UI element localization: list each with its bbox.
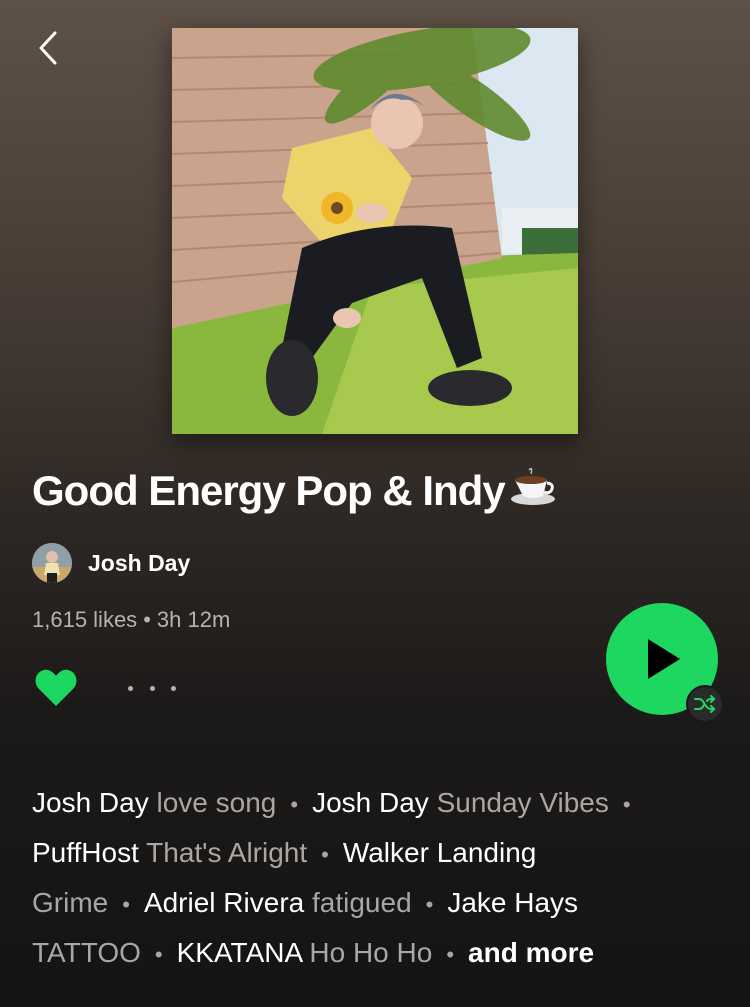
meta-separator: • (143, 607, 151, 632)
playlist-title-text: Good Energy Pop & Indy (32, 467, 506, 514)
dot-icon (149, 685, 155, 691)
dot-icon (128, 685, 133, 691)
featured-tracks: Josh Day love song • Josh Day Sunday Vibes… (32, 779, 722, 979)
track-separator: • (622, 792, 631, 817)
playlist-meta: 1,615 likes • 3h 12m (32, 607, 230, 633)
track-separator: • (154, 942, 163, 967)
dot-icon (171, 685, 176, 691)
shuffle-icon (694, 695, 715, 713)
playlist-owner[interactable]: Josh Day (32, 542, 190, 584)
track-item[interactable]: Adriel Rivera fatigued (144, 887, 412, 918)
back-button[interactable] (28, 28, 68, 68)
track-separator: • (290, 792, 299, 817)
track-separator: • (122, 892, 130, 917)
like-button[interactable] (34, 666, 78, 708)
likes-count: 1,615 likes (32, 607, 138, 632)
play-icon (648, 639, 680, 679)
more-options-button[interactable] (128, 676, 176, 700)
track-item[interactable]: PuffHost That's Alright (32, 837, 307, 868)
track-item[interactable]: Josh Day love song (32, 787, 276, 818)
owner-name: Josh Day (88, 549, 191, 576)
chevron-left-icon (39, 31, 57, 65)
track-separator: • (321, 842, 329, 867)
playlist-duration: 3h 12m (156, 607, 231, 632)
playlist-title: Good Energy Pop & Indy (32, 466, 730, 516)
shuffle-button[interactable] (686, 685, 724, 723)
owner-avatar (32, 543, 72, 583)
playlist-cover-image (172, 28, 578, 434)
track-separator: • (446, 942, 455, 967)
track-item[interactable]: KKATANA Ho Ho Ho (177, 937, 433, 968)
and-more-link[interactable]: and more (468, 937, 594, 968)
coffee-cup-icon (509, 466, 557, 516)
track-separator: • (425, 892, 434, 917)
track-item[interactable]: Josh Day Sunday Vibes (312, 787, 609, 818)
heart-icon (35, 669, 77, 706)
